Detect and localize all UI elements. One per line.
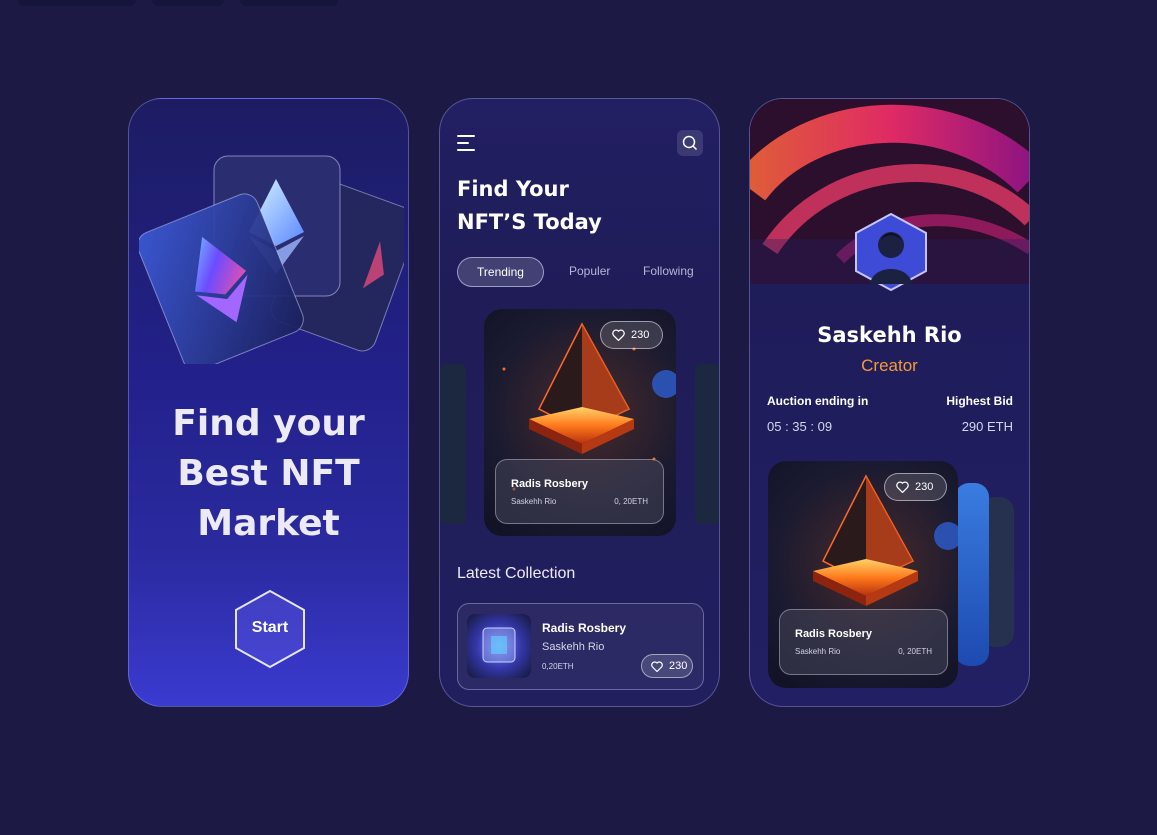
highest-bid-label: Highest Bid [946, 394, 1013, 408]
menu-icon[interactable] [457, 135, 479, 153]
start-label: Start [251, 619, 289, 636]
stacked-card-middle[interactable] [955, 483, 989, 666]
auction-nft-card[interactable]: 230 Radis Rosbery Saskehh Rio 0, 20ETH [768, 461, 958, 688]
latest-item-price: 0,20ETH [542, 662, 574, 671]
home-screen: Find Your NFT’S Today Trending Populer F… [439, 98, 720, 707]
creator-name: Saskehh Rio [817, 323, 962, 347]
top-tab-2[interactable] [152, 0, 224, 6]
latest-like-count: 230 [669, 660, 688, 672]
tab-trending[interactable]: Trending [457, 257, 544, 287]
featured-info-panel: Radis Rosbery Saskehh Rio 0, 20ETH [495, 459, 664, 524]
heart-icon [651, 661, 663, 672]
latest-item-name: Radis Rosbery [542, 621, 627, 635]
side-card-left[interactable] [440, 364, 466, 524]
latest-collection-title: Latest Collection [457, 565, 576, 582]
auction-like-count: 230 [915, 481, 934, 493]
home-title-line2: NFT’S Today [457, 210, 602, 234]
latest-like-button[interactable]: 230 [641, 654, 693, 678]
top-tab-3[interactable] [240, 0, 338, 6]
avatar[interactable] [853, 212, 929, 292]
featured-like-button[interactable]: 230 [600, 321, 663, 349]
auction-countdown: 05 : 35 : 09 [767, 419, 833, 434]
featured-like-count: 230 [631, 329, 650, 341]
featured-creator: Saskehh Rio [511, 497, 557, 506]
onboarding-title: Find your Best NFT Market [129, 399, 408, 549]
auction-like-button[interactable]: 230 [884, 473, 947, 501]
search-icon [682, 135, 698, 151]
auction-creator: Saskehh Rio [795, 647, 841, 656]
home-title: Find Your NFT’S Today [457, 173, 602, 239]
latest-item-creator: Saskehh Rio [542, 641, 605, 653]
featured-nft-card[interactable]: 230 Radis Rosbery Saskehh Rio 0, 20ETH [484, 309, 676, 536]
featured-nft-name: Radis Rosbery [511, 478, 589, 490]
creator-role: Creator [861, 356, 918, 375]
auction-price: 0, 20ETH [898, 647, 932, 656]
auction-nft-name: Radis Rosbery [795, 628, 873, 640]
onboarding-title-text: Find your Best NFT Market [172, 403, 365, 544]
heart-icon [612, 329, 625, 341]
collection-thumbnail [467, 614, 531, 678]
heart-icon [896, 481, 909, 493]
top-tab-1[interactable] [18, 0, 136, 6]
side-card-right[interactable] [695, 364, 719, 524]
tab-following[interactable]: Following [643, 257, 694, 287]
latest-collection-item[interactable]: Radis Rosbery Saskehh Rio 0,20ETH 230 [457, 603, 704, 690]
highest-bid-value: 290 ETH [961, 419, 1013, 434]
auction-label: Auction ending in [767, 394, 869, 408]
home-title-line1: Find Your [457, 177, 569, 201]
profile-screen: Saskehh Rio Creator Auction ending in Hi… [749, 98, 1030, 707]
start-button[interactable]: Start [233, 589, 307, 669]
auction-info-panel: Radis Rosbery Saskehh Rio 0, 20ETH [779, 609, 948, 675]
category-tabs: Trending Populer Following [457, 257, 707, 287]
hero-nft-artwork [137, 154, 408, 372]
tab-populer[interactable]: Populer [569, 257, 610, 287]
search-button[interactable] [677, 130, 703, 156]
featured-price: 0, 20ETH [614, 497, 648, 506]
onboarding-screen: Find your Best NFT Market Start [128, 98, 409, 707]
